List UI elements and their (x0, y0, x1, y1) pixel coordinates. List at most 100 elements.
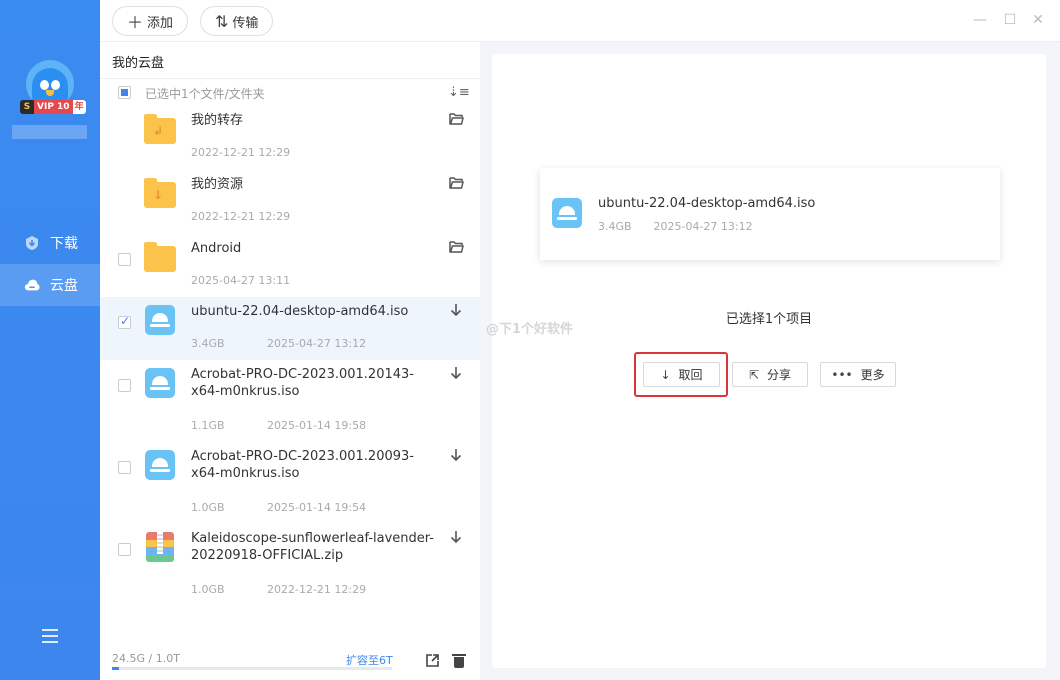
nav-download-label: 下载 (50, 236, 78, 252)
file-meta: 1.1GB 2025-01-14 19:58 (191, 419, 366, 432)
file-meta: 1.0GB 2025-01-14 19:54 (191, 501, 366, 514)
file-date: 2025-04-27 13:11 (191, 274, 291, 287)
transfer-arrows-icon: ⇅ (215, 11, 229, 31)
hamburger-menu-icon[interactable] (42, 629, 58, 643)
file-row[interactable]: Kaleidoscope-sunflowerleaf-lavender-2022… (100, 524, 480, 604)
maximize-icon[interactable]: ☐ (1002, 12, 1018, 28)
file-size: 3.4GB (191, 337, 225, 350)
nav-cloud[interactable]: 云盘 (0, 264, 100, 306)
plus-icon: ＋ (127, 13, 144, 32)
more-dots-icon: ••• (831, 367, 853, 382)
username-redacted (12, 125, 87, 139)
file-date: 2025-01-14 19:54 (267, 501, 367, 514)
row-checkbox[interactable] (118, 461, 131, 474)
file-size: 1.1GB (191, 419, 225, 432)
retrieve-button-label: 取回 (678, 368, 703, 382)
download-arrow-icon: ↓ (660, 367, 671, 382)
sort-icon[interactable]: ⇣≡ (448, 85, 470, 100)
open-folder-icon[interactable] (448, 240, 464, 256)
download-icon[interactable] (448, 303, 464, 319)
file-row[interactable]: Acrobat-PRO-DC-2023.001.20143-x64-m0nkru… (100, 360, 480, 440)
nav-cloud-label: 云盘 (50, 278, 78, 294)
share-button-label: 分享 (767, 368, 792, 382)
folder-icon (144, 242, 176, 272)
file-name[interactable]: Acrobat-PRO-DC-2023.001.20143-x64-m0nkru… (191, 366, 436, 400)
top-toolbar: ＋ 添加 ⇅ 传输 — ☐ ✕ (100, 0, 1060, 42)
detail-panel: ubuntu-22.04-desktop-amd64.iso 3.4GB 202… (492, 54, 1046, 668)
file-list-panel: 我的云盘 已选中1个文件/文件夹 ⇣≡ ↲ 我的转存 2022-12-21 12:2… (100, 42, 480, 680)
file-date: 2025-04-27 13:12 (267, 337, 367, 350)
file-meta: 2025-04-27 13:11 (191, 274, 290, 287)
vip-s-icon: S (20, 100, 34, 114)
storage-progress-bar (112, 667, 392, 670)
file-row[interactable]: Android 2025-04-27 13:11 (100, 234, 480, 297)
vip-badge[interactable]: S VIP 10 年 (20, 100, 86, 114)
selected-count: 已选择1个项目 (725, 312, 813, 327)
file-date: 2025-01-14 19:58 (267, 419, 367, 432)
select-all-checkbox[interactable] (118, 86, 131, 99)
file-name[interactable]: Android (191, 240, 436, 257)
selection-header: 已选中1个文件/文件夹 ⇣≡ (100, 78, 480, 106)
zip-file-icon (144, 532, 176, 562)
breadcrumb[interactable]: 我的云盘 (112, 52, 164, 71)
selection-status: 已选中1个文件/文件夹 (145, 87, 265, 101)
card-file-date: 2025-04-27 13:12 (653, 220, 753, 233)
file-name[interactable]: 我的转存 (191, 112, 436, 129)
iso-file-icon (144, 450, 176, 480)
minimize-icon[interactable]: — (972, 12, 988, 28)
vip-label: VIP 10 (34, 100, 73, 114)
selected-file-card: ubuntu-22.04-desktop-amd64.iso 3.4GB 202… (540, 168, 1000, 260)
close-icon[interactable]: ✕ (1030, 12, 1046, 28)
file-row[interactable]: ↲ 我的转存 2022-12-21 12:29 (100, 106, 480, 169)
file-row[interactable]: ↓ 我的资源 2022-12-21 12:29 (100, 170, 480, 233)
add-button[interactable]: ＋ 添加 (112, 6, 189, 36)
file-row[interactable]: ubuntu-22.04-desktop-amd64.iso 3.4GB 2025-… (100, 297, 480, 360)
file-name[interactable]: Kaleidoscope-sunflowerleaf-lavender-2022… (191, 530, 436, 564)
card-file-size: 3.4GB (598, 220, 632, 233)
row-checkbox[interactable] (118, 253, 131, 266)
retrieve-button[interactable]: ↓ 取回 (643, 362, 720, 387)
add-button-label: 添加 (147, 15, 174, 31)
expand-storage-link[interactable]: 扩容至6T (346, 652, 393, 668)
iso-file-icon (144, 368, 176, 398)
cloud-icon (24, 277, 40, 293)
transfer-button[interactable]: ⇅ 传输 (200, 6, 274, 36)
iso-file-icon (552, 198, 582, 228)
file-date: 2022-12-21 12:29 (191, 146, 291, 159)
storage-progress-fill (112, 667, 119, 670)
storage-usage-text: 24.5G / 1.0T (112, 652, 180, 665)
file-size: 1.0GB (191, 583, 225, 596)
sidebar: S VIP 10 年 下载 云盘 (0, 0, 100, 680)
download-shield-icon (24, 235, 40, 251)
share-icon: ⇱ (748, 367, 760, 382)
more-button-label: 更多 (860, 368, 885, 382)
iso-file-icon (144, 305, 176, 335)
watermark: @下1个好软件 (486, 322, 574, 337)
file-size: 1.0GB (191, 501, 225, 514)
row-checkbox[interactable] (118, 379, 131, 392)
card-file-name: ubuntu-22.04-desktop-amd64.iso (598, 196, 816, 211)
file-meta: 3.4GB 2025-04-27 13:12 (191, 337, 366, 350)
file-name[interactable]: 我的资源 (191, 176, 436, 193)
nav-download[interactable]: 下载 (0, 222, 100, 264)
file-name[interactable]: ubuntu-22.04-desktop-amd64.iso (191, 303, 436, 320)
file-meta: 1.0GB 2022-12-21 12:29 (191, 583, 366, 596)
share-button[interactable]: ⇱ 分享 (732, 362, 808, 387)
file-date: 2022-12-21 12:29 (191, 210, 291, 223)
file-date: 2022-12-21 12:29 (267, 583, 367, 596)
file-meta: 2022-12-21 12:29 (191, 210, 290, 223)
download-icon[interactable] (448, 530, 464, 546)
transfer-button-label: 传输 (232, 15, 259, 31)
download-icon[interactable] (448, 366, 464, 382)
file-row[interactable]: Acrobat-PRO-DC-2023.001.20093-x64-m0nkru… (100, 442, 480, 522)
file-name[interactable]: Acrobat-PRO-DC-2023.001.20093-x64-m0nkru… (191, 448, 436, 482)
more-button[interactable]: ••• 更多 (820, 362, 896, 387)
open-folder-icon[interactable] (448, 112, 464, 128)
trash-icon[interactable] (452, 653, 466, 668)
folder-icon: ↓ (144, 178, 176, 208)
external-link-icon[interactable] (426, 654, 440, 668)
row-checkbox[interactable] (118, 314, 131, 329)
row-checkbox[interactable] (118, 543, 131, 556)
open-folder-icon[interactable] (448, 176, 464, 192)
download-icon[interactable] (448, 448, 464, 464)
